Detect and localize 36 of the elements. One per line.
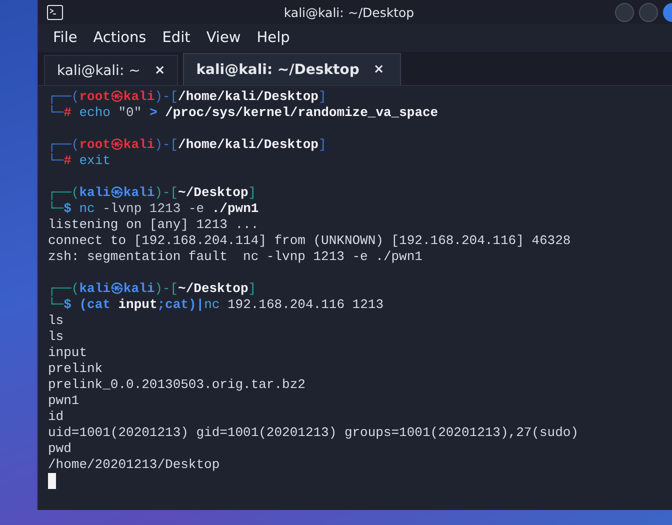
tab[interactable]: kali@kali: ~/Desktop × [183, 53, 402, 85]
terminal-line: prelink [48, 361, 104, 377]
minimize-button[interactable] [615, 2, 634, 22]
terminal-line: ls [48, 329, 65, 345]
terminal-line: id [48, 409, 65, 425]
close-tab-button[interactable]: × [154, 63, 166, 78]
tab[interactable]: kali@kali: ~ × [44, 55, 178, 85]
terminal-line: pwd [48, 441, 72, 457]
terminal-line: /home/20201213/Desktop [48, 457, 221, 473]
terminal-line: ls [48, 313, 65, 329]
terminal-line: zsh: segmentation fault nc -lvnp 1213 -e ./pwn1 [48, 249, 424, 265]
terminal-line: └─$ nc -lvnp 1213 -e ./pwn1 [48, 201, 260, 217]
terminal-line: listening on [any] 1213 ... [48, 217, 260, 233]
terminal-line: └─# exit [48, 153, 112, 169]
terminal-line: input [48, 345, 88, 361]
terminal-line: ┌──(kali㉿kali)-[~/Desktop] [48, 185, 258, 201]
close-tab-button[interactable]: × [373, 62, 384, 77]
menu-item[interactable]: Actions [85, 30, 154, 46]
terminal-line: ┌──(root㉿kali)-[/home/kali/Desktop] [48, 137, 328, 153]
terminal-line: uid=1001(20201213) gid=1001(20201213) groups=1001(20201213),27(sudo) [48, 425, 580, 441]
menu-item[interactable]: View [198, 30, 249, 46]
terminal-line: └─# echo "0" > /proc/sys/kernel/randomize_va_space [48, 105, 440, 121]
tab-label: kali@kali: ~ [57, 62, 140, 78]
terminal-icon [47, 4, 63, 20]
maximize-button[interactable] [639, 2, 658, 22]
terminal-line: ┌──(root㉿kali)-[/home/kali/Desktop] [48, 89, 328, 105]
window-title: kali@kali: ~/Desktop [282, 4, 416, 20]
menu-item[interactable]: File [45, 30, 86, 46]
terminal-line: connect to [192.168.204.114] from (UNKNOWN) [192.168.204.116] 46328 [48, 233, 572, 249]
menu-item[interactable]: Edit [154, 30, 198, 46]
terminal-line: └─$ (cat input;cat)|nc 192.168.204.116 1213 [48, 297, 384, 313]
terminal-line: pwn1 [48, 393, 80, 409]
terminal-line: ┌──(kali㉿kali)-[~/Desktop] [48, 281, 258, 297]
menu-item[interactable]: Help [248, 30, 298, 46]
tab-label: kali@kali: ~/Desktop [196, 62, 360, 78]
terminal-line: prelink_0.0.20130503.orig.tar.bz2 [48, 377, 306, 393]
